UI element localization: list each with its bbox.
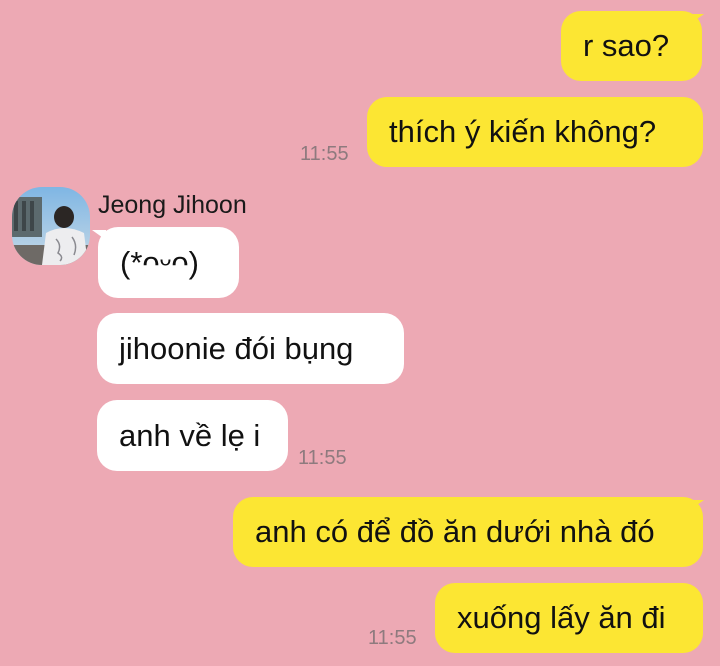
message-text: r sao? xyxy=(583,28,670,63)
message-timestamp: 11:55 xyxy=(300,143,349,165)
message-timestamp: 11:55 xyxy=(368,627,417,649)
message-text: jihoonie đói bụng xyxy=(119,330,354,366)
outgoing-message[interactable]: r sao? xyxy=(561,11,702,81)
outgoing-message[interactable]: thích ý kiến không? xyxy=(367,97,703,167)
message-timestamp: 11:55 xyxy=(298,447,347,469)
message-text: xuống lấy ăn đi xyxy=(457,600,666,635)
message-text: anh có để đồ ăn dưới nhà đó xyxy=(255,514,655,549)
incoming-message[interactable]: jihoonie đói bụng xyxy=(97,313,404,384)
message-text: anh về lẹ i xyxy=(119,417,261,453)
contact-avatar[interactable] xyxy=(12,187,90,265)
incoming-message[interactable]: (*ᴖᵕᴖ) xyxy=(98,227,239,298)
avatar-photo-icon xyxy=(12,187,90,265)
contact-name: Jeong Jihoon xyxy=(98,191,247,219)
message-text: (*ᴖᵕᴖ) xyxy=(120,244,199,280)
outgoing-message[interactable]: xuống lấy ăn đi xyxy=(435,583,703,653)
outgoing-message[interactable]: anh có để đồ ăn dưới nhà đó xyxy=(233,497,703,567)
incoming-message[interactable]: anh về lẹ i xyxy=(97,400,288,471)
message-text: thích ý kiến không? xyxy=(389,114,657,149)
